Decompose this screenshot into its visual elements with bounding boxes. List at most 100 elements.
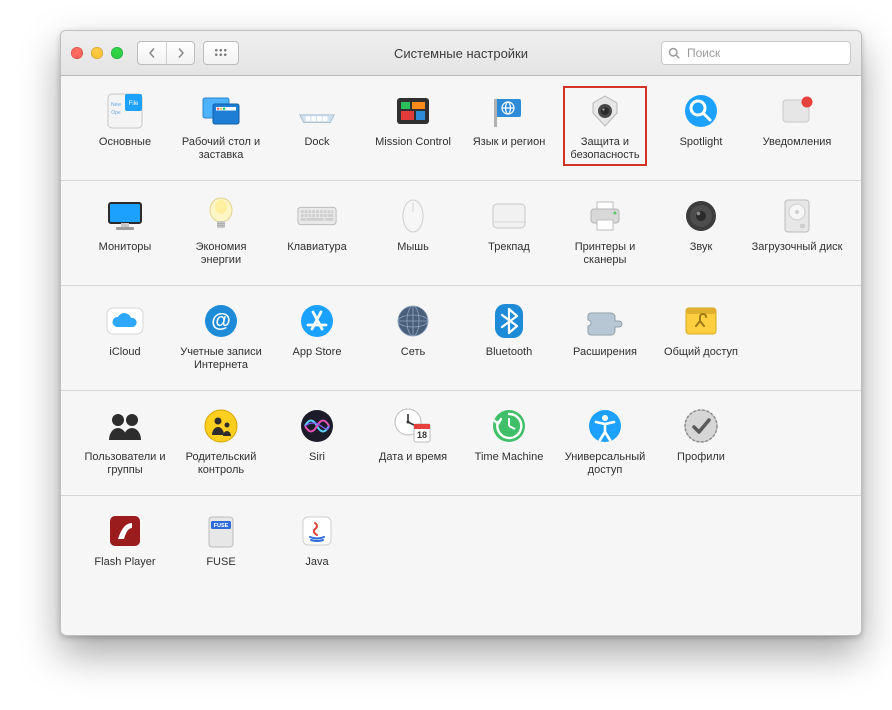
pref-startup-disk[interactable]: Загрузочный диск [749, 189, 845, 273]
time-machine-icon [488, 405, 530, 447]
mission-control-icon [392, 90, 434, 132]
pref-flash-player[interactable]: Flash Player [77, 504, 173, 575]
profiles-icon [680, 405, 722, 447]
pref-label: iCloud [109, 346, 140, 359]
pref-general[interactable]: File New Ope Основные [77, 84, 173, 168]
sound-icon [680, 195, 722, 237]
pref-extensions[interactable]: Расширения [557, 294, 653, 378]
pref-label: Time Machine [475, 451, 544, 464]
nav-back-forward [137, 41, 195, 65]
back-button[interactable] [138, 42, 166, 64]
pref-java[interactable]: Java [269, 504, 365, 575]
pref-label: Загрузочный диск [752, 241, 843, 254]
pref-label: Сеть [401, 346, 425, 359]
pref-printers-scanners[interactable]: Принтеры и сканеры [557, 189, 653, 273]
pref-mouse[interactable]: Мышь [365, 189, 461, 273]
pref-label: Dock [304, 136, 329, 149]
bluetooth-icon [488, 300, 530, 342]
general-icon: File New Ope [104, 90, 146, 132]
pref-label: Защита и безопасность [559, 136, 651, 162]
date-time-icon: 18 [392, 405, 434, 447]
printers-icon [584, 195, 626, 237]
pref-fuse[interactable]: FUSE FUSE [173, 504, 269, 575]
mouse-icon [392, 195, 434, 237]
svg-text:@: @ [211, 310, 231, 332]
pref-label: Bluetooth [486, 346, 532, 359]
pref-label: Учетные записи Интернета [175, 346, 267, 372]
search-field[interactable] [661, 41, 851, 65]
pref-label: Siri [309, 451, 325, 464]
pref-bluetooth[interactable]: Bluetooth [461, 294, 557, 378]
pref-label: Общий доступ [664, 346, 738, 359]
app-store-icon [296, 300, 338, 342]
window-controls [71, 47, 123, 59]
svg-text:18: 18 [417, 430, 427, 440]
pref-label: Универсальный доступ [559, 451, 651, 477]
search-input[interactable] [685, 45, 844, 61]
close-button[interactable] [71, 47, 83, 59]
pref-sharing[interactable]: Общий доступ [653, 294, 749, 378]
svg-text:File: File [129, 101, 139, 107]
pref-dock[interactable]: Dock [269, 84, 365, 168]
pref-desktop-screensaver[interactable]: Рабочий стол и заставка [173, 84, 269, 168]
energy-saver-icon [200, 195, 242, 237]
pref-label: Принтеры и сканеры [559, 241, 651, 267]
pref-language-region[interactable]: Язык и регион [461, 84, 557, 168]
pref-label: Язык и регион [473, 136, 546, 149]
pref-label: Уведомления [763, 136, 832, 149]
pref-accessibility[interactable]: Универсальный доступ [557, 399, 653, 483]
zoom-button[interactable] [111, 47, 123, 59]
pref-label: Flash Player [94, 556, 155, 569]
prefs-section-5: Flash Player FUSE FUSE [61, 496, 861, 587]
trackpad-icon [488, 195, 530, 237]
pref-label: Профили [677, 451, 725, 464]
network-icon [392, 300, 434, 342]
window-toolbar: Системные настройки [61, 31, 861, 76]
pref-profiles[interactable]: Профили [653, 399, 749, 483]
icloud-icon [104, 300, 146, 342]
pref-network[interactable]: Сеть [365, 294, 461, 378]
pref-label: FUSE [206, 556, 235, 569]
language-region-icon [488, 90, 530, 132]
pref-parental-controls[interactable]: Родительский контроль [173, 399, 269, 483]
desktop-screensaver-icon [200, 90, 242, 132]
pref-sound[interactable]: Звук [653, 189, 749, 273]
pref-label: Рабочий стол и заставка [175, 136, 267, 162]
pref-keyboard[interactable]: Клавиатура [269, 189, 365, 273]
pref-security[interactable]: Защита и безопасность [557, 84, 653, 168]
fuse-icon: FUSE [200, 510, 242, 552]
search-icon [668, 47, 680, 59]
parental-controls-icon [200, 405, 242, 447]
users-groups-icon [104, 405, 146, 447]
system-preferences-window: Системные настройки File New Ope Основны… [60, 30, 862, 636]
svg-text:FUSE: FUSE [214, 523, 229, 529]
minimize-button[interactable] [91, 47, 103, 59]
pref-trackpad[interactable]: Трекпад [461, 189, 557, 273]
pref-app-store[interactable]: App Store [269, 294, 365, 378]
extensions-icon [584, 300, 626, 342]
pref-time-machine[interactable]: Time Machine [461, 399, 557, 483]
pref-label: Расширения [573, 346, 637, 359]
pref-spotlight[interactable]: Spotlight [653, 84, 749, 168]
prefs-section-2: Мониторы Экономия энергии [61, 181, 861, 286]
pref-internet-accounts[interactable]: @ Учетные записи Интернета [173, 294, 269, 378]
pref-date-time[interactable]: 18 Дата и время [365, 399, 461, 483]
pref-label: Mission Control [375, 136, 451, 149]
pref-energy-saver[interactable]: Экономия энергии [173, 189, 269, 273]
pref-label: Пользователи и группы [79, 451, 171, 477]
prefs-section-1: File New Ope Основные [61, 76, 861, 181]
pref-mission-control[interactable]: Mission Control [365, 84, 461, 168]
pref-siri[interactable]: Siri [269, 399, 365, 483]
pref-users-groups[interactable]: Пользователи и группы [77, 399, 173, 483]
show-all-button[interactable] [203, 41, 239, 65]
flash-player-icon [104, 510, 146, 552]
pref-icloud[interactable]: iCloud [77, 294, 173, 378]
pref-label: Java [305, 556, 328, 569]
dock-icon [296, 90, 338, 132]
pref-label: Родительский контроль [175, 451, 267, 477]
forward-button[interactable] [166, 42, 194, 64]
notifications-icon [776, 90, 818, 132]
pref-notifications[interactable]: Уведомления [749, 84, 845, 168]
pref-displays[interactable]: Мониторы [77, 189, 173, 273]
displays-icon [104, 195, 146, 237]
